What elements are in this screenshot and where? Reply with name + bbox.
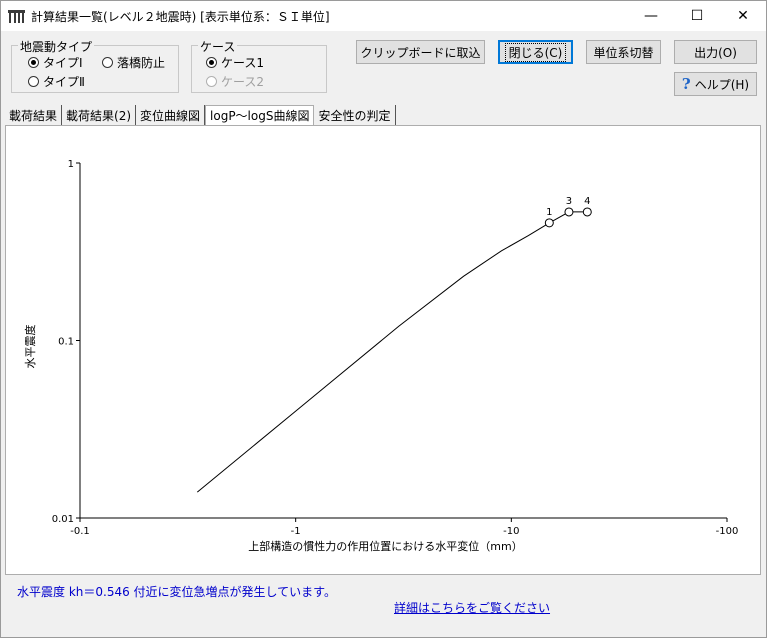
maximize-button[interactable]: ☐ — [674, 1, 720, 31]
radio-case-2-label: ケース2 — [221, 75, 265, 89]
radio-type-2-dot[interactable] — [28, 76, 39, 87]
x-axis-title: 上部構造の慣性力の作用位置における水平変位（mm） — [248, 539, 522, 553]
y-axis-title: 水平震度 — [23, 325, 37, 369]
radio-fall-prevention-label: 落橋防止 — [117, 56, 166, 70]
detail-link[interactable]: 詳細はこちらをご覧ください — [394, 599, 550, 616]
tab-load-result-2[interactable]: 載荷結果(2) — [62, 105, 137, 125]
tab-logp-logs-curve[interactable]: logP～logS曲線図 — [205, 105, 315, 125]
radio-type-1-label: タイプⅠ — [43, 56, 83, 70]
output-button[interactable]: 出力(O) — [674, 40, 757, 64]
seismic-type-group: 地震動タイプ タイプⅠ 落橋防止 タイプⅡ — [11, 38, 179, 93]
radio-type-1-dot[interactable] — [28, 57, 39, 68]
minimize-icon: — — [644, 8, 658, 24]
close-window-button[interactable]: ✕ — [720, 1, 766, 31]
y-tick-label: 0.01 — [52, 514, 74, 525]
case-label: ケース — [198, 38, 238, 55]
close-icon: ✕ — [737, 8, 749, 24]
x-tick-label: -100 — [716, 526, 739, 537]
radio-type-2-label: タイプⅡ — [43, 75, 85, 89]
clipboard-button[interactable]: クリップボードに取込 — [356, 40, 485, 64]
tab-displacement-curve[interactable]: 変位曲線図 — [136, 105, 206, 125]
x-tick-label: -0.1 — [70, 526, 90, 537]
series-line — [196, 211, 588, 493]
bridge-app-icon — [8, 10, 25, 23]
result-window: 計算結果一覧(レベル２地震時) [表示単位系：ＳＩ単位] — ☐ ✕ 地震動タイ… — [0, 0, 767, 638]
radio-type-2[interactable]: タイプⅡ — [28, 73, 85, 90]
point-marker — [564, 207, 574, 217]
window-title: 計算結果一覧(レベル２地震時) [表示単位系：ＳＩ単位] — [31, 10, 330, 24]
y-tick-label: 1 — [68, 159, 74, 170]
status-message: 水平震度 kh＝0.546 付近に変位急増点が発生しています。 — [17, 585, 336, 599]
tab-bar: 載荷結果 載荷結果(2) 変位曲線図 logP～logS曲線図 安全性の判定 — [5, 105, 396, 125]
x-tick-label: -10 — [503, 526, 519, 537]
radio-case-1[interactable]: ケース1 — [206, 54, 264, 71]
logp-logs-chart: -0.1 -1 -10 -100 1 0.1 0.01 上部構造の慣性力の作用位置における水平… — [23, 159, 739, 553]
point-label: 3 — [566, 196, 572, 207]
point-label: 4 — [584, 196, 590, 207]
x-tick-label: -1 — [291, 526, 301, 537]
seismic-type-label: 地震動タイプ — [18, 38, 95, 55]
minimize-button[interactable]: — — [628, 1, 674, 31]
radio-case-2-dot — [206, 76, 217, 87]
radio-case-1-dot[interactable] — [206, 57, 217, 68]
case-group: ケース ケース1 ケース2 — [191, 38, 327, 93]
radio-fall-prevention-dot[interactable] — [102, 57, 113, 68]
tab-load-result[interactable]: 載荷結果 — [5, 105, 63, 125]
tab-safety-judgment[interactable]: 安全性の判定 — [314, 105, 396, 125]
close-button-label: 閉じる(C) — [504, 42, 567, 62]
radio-case-1-label: ケース1 — [221, 56, 265, 70]
close-button[interactable]: 閉じる(C) — [498, 40, 573, 64]
point-marker — [544, 218, 554, 228]
y-tick-label: 0.1 — [58, 337, 74, 348]
help-icon: ? — [681, 75, 691, 93]
radio-case-2: ケース2 — [206, 73, 264, 90]
radio-fall-prevention[interactable]: 落橋防止 — [102, 54, 165, 71]
point-marker — [582, 207, 592, 217]
chart-panel: -0.1 -1 -10 -100 1 0.1 0.01 上部構造の慣性力の作用位置における水平… — [5, 125, 761, 575]
maximize-icon: ☐ — [690, 8, 704, 24]
help-button[interactable]: ? ヘルプ(H) — [674, 72, 757, 96]
point-label: 1 — [546, 207, 552, 218]
unit-switch-button[interactable]: 単位系切替 — [586, 40, 661, 64]
help-button-label: ヘルプ(H) — [694, 77, 750, 92]
radio-type-1[interactable]: タイプⅠ — [28, 54, 83, 71]
title-bar: 計算結果一覧(レベル２地震時) [表示単位系：ＳＩ単位] — ☐ ✕ — [1, 1, 766, 31]
